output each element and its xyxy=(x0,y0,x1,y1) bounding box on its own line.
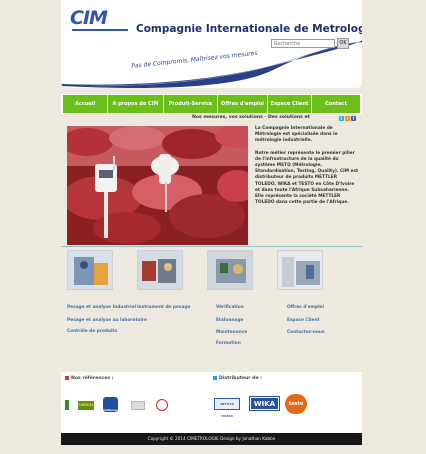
reference-logo-3 xyxy=(131,401,145,410)
references-title: Nos références : xyxy=(71,376,114,381)
page: CIM Compagnie Internationale de Metrolog… xyxy=(61,0,362,454)
main-nav: Accueil A propos de CIM Produit-Service … xyxy=(61,94,362,114)
nav-item-contact[interactable]: Contact xyxy=(312,95,360,113)
link-laboratory[interactable]: Pesage et analyse au laboratoire xyxy=(67,318,147,323)
link-maintenance[interactable]: Maintenance xyxy=(216,330,247,335)
search-input[interactable] xyxy=(271,39,335,48)
partners-section: Nos références : Distributeur de : CARGI… xyxy=(61,372,362,433)
copyright-text: Copyright © 2014 CIMETROLOGIE Design by … xyxy=(147,436,276,441)
link-contact-us[interactable]: Contactez-nous xyxy=(287,330,325,335)
nav-item-accueil[interactable]: Accueil xyxy=(63,95,107,113)
intro-text: La Compagnie Internationale de Métrologi… xyxy=(255,126,359,212)
link-weighing-instrument[interactable]: Instrument de pesage xyxy=(137,305,190,310)
nav-item-espace-client[interactable]: Espace Client xyxy=(268,95,311,113)
thumbnail-lab-weighing[interactable] xyxy=(137,250,183,290)
cim-logo[interactable]: CIM xyxy=(70,7,128,33)
link-product-control[interactable]: Contrôle de produits xyxy=(67,329,117,334)
reference-logo-4 xyxy=(156,399,168,411)
section-divider xyxy=(61,246,362,247)
facebook-icon[interactable]: f xyxy=(351,116,356,121)
footer: Copyright © 2014 CIMETROLOGIE Design by … xyxy=(61,433,362,445)
distributor-bullet xyxy=(213,376,217,380)
reference-logo-cargill: CARGILL xyxy=(78,401,94,410)
search-button[interactable]: OK xyxy=(337,38,349,49)
reference-logo-unilever: Unilever xyxy=(103,397,118,412)
link-jobs[interactable]: Offres d'emploi xyxy=(287,305,324,310)
news-ticker: Nos mesures, vos solutions - Des solutio… xyxy=(192,115,310,120)
brand-logo-testo: testo xyxy=(285,394,307,414)
brand-logo-mettler-toledo: METTLER TOLEDO xyxy=(214,398,240,418)
header: CIM Compagnie Internationale de Metrolog… xyxy=(61,0,362,88)
link-verification[interactable]: Vérification xyxy=(216,305,244,310)
link-client-area[interactable]: Espace Client xyxy=(287,318,320,323)
distributor-title: Distributeur de : xyxy=(219,376,263,381)
banner-image xyxy=(67,126,248,245)
link-industrial[interactable]: Pesage et analyse Industriel xyxy=(67,305,136,310)
logo-underline xyxy=(72,29,128,31)
references-bullet xyxy=(65,376,69,380)
intro-paragraph-1: La Compagnie Internationale de Métrologi… xyxy=(255,126,338,144)
nav-item-a-propos[interactable]: A propos de CIM xyxy=(108,95,163,113)
thumbnail-industrial-weighing[interactable] xyxy=(67,250,113,290)
logo-text: CIM xyxy=(70,7,108,29)
rss-icon[interactable]: r xyxy=(345,116,350,121)
thumbnail-verification[interactable] xyxy=(207,250,253,290)
link-training[interactable]: Formation xyxy=(216,341,241,346)
link-calibration[interactable]: Etalonnage xyxy=(216,318,243,323)
company-name: Compagnie Internationale de Metrologie xyxy=(136,23,362,35)
reference-logo-1 xyxy=(65,400,69,410)
twitter-icon[interactable]: t xyxy=(339,116,344,121)
intro-paragraph-2: Notre métier représente le premier pilie… xyxy=(255,150,359,206)
ticker-row: Nos mesures, vos solutions - Des solutio… xyxy=(61,114,362,121)
nav-item-produit-service[interactable]: Produit-Service xyxy=(164,95,217,113)
nav-item-offres-emploi[interactable]: Offres d'emploi xyxy=(218,95,267,113)
thumbnail-offres-emploi[interactable] xyxy=(277,250,323,290)
brand-logo-wika: WIKA xyxy=(250,397,279,410)
